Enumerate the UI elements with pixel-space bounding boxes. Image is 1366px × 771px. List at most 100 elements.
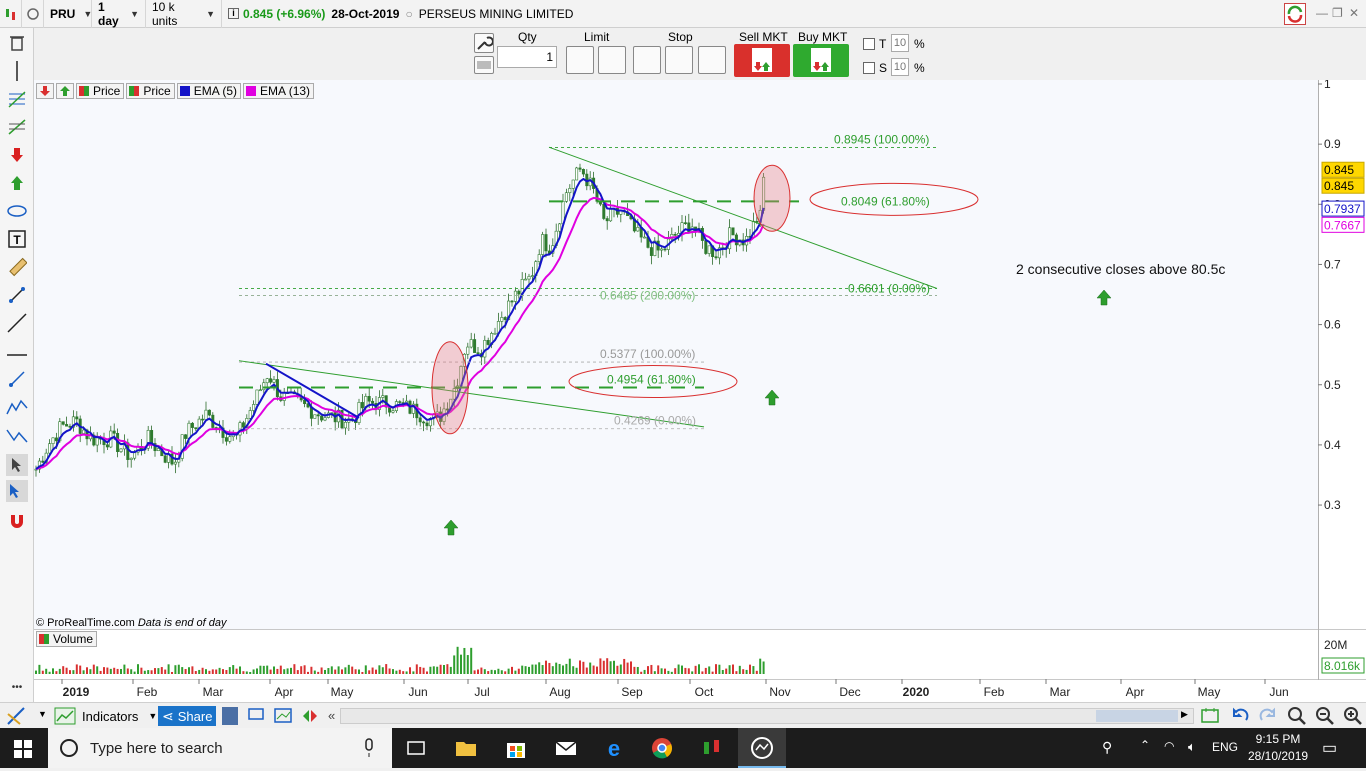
- chevron-up-icon[interactable]: ⌃: [1140, 738, 1150, 752]
- task-view-icon[interactable]: [404, 736, 428, 760]
- scroll-right-icon[interactable]: ▶: [1181, 709, 1188, 720]
- line-icon[interactable]: [6, 312, 28, 334]
- order-panel: Qty 1 Limit Stop Sell MKT Buy MKT T 10 %…: [470, 29, 930, 79]
- microphone-icon[interactable]: [362, 738, 376, 758]
- scale-tool-icon[interactable]: [300, 707, 320, 725]
- scrollbar-thumb[interactable]: [1096, 710, 1178, 722]
- store-icon[interactable]: [504, 736, 528, 760]
- stop-sell-button[interactable]: [665, 46, 693, 74]
- point-line-icon[interactable]: [6, 368, 28, 390]
- ticker-select[interactable]: PRU ▼: [44, 0, 92, 28]
- prorealtime-taskbar-icon[interactable]: [738, 728, 786, 768]
- zoom-fit-icon[interactable]: [1200, 706, 1222, 729]
- limit-sell-button[interactable]: [598, 46, 626, 74]
- stop-buy-button[interactable]: [633, 46, 661, 74]
- chart-area[interactable]: 0.8945 (100.00%) 0.8049 (61.80%) 0.6601 (0…: [34, 80, 1366, 706]
- legend-ema5[interactable]: EMA (5): [176, 83, 242, 99]
- volume-bar: [477, 669, 479, 674]
- volume-bar: [541, 665, 544, 674]
- legend-ema13[interactable]: EMA (13): [243, 83, 315, 99]
- volume-bar: [684, 667, 687, 674]
- magnet-cursor-icon[interactable]: [6, 480, 28, 502]
- trash-icon[interactable]: [6, 32, 28, 54]
- minimize-icon[interactable]: —: [1316, 6, 1328, 20]
- volume-bar: [524, 666, 527, 674]
- sell-arrow-legend[interactable]: [36, 83, 54, 99]
- stop-pct-input[interactable]: 10: [891, 58, 909, 76]
- price-chart[interactable]: 0.8945 (100.00%) 0.8049 (61.80%) 0.6601 (0…: [34, 80, 1366, 706]
- legend-price-1[interactable]: Price: [76, 83, 125, 99]
- windows-start-icon[interactable]: [14, 740, 32, 761]
- volume-bar: [456, 646, 459, 674]
- more-tools-icon[interactable]: •••: [6, 676, 28, 698]
- cursor-icon[interactable]: [6, 454, 28, 476]
- screenshot-icon[interactable]: [274, 707, 294, 725]
- legend-price-2[interactable]: Price: [126, 83, 175, 99]
- breakout-ellipse[interactable]: [431, 341, 469, 435]
- target-checkbox[interactable]: [863, 38, 875, 50]
- magnet-icon[interactable]: [6, 510, 28, 532]
- buy-arrow-legend[interactable]: [56, 83, 74, 99]
- wave-count-icon[interactable]: [6, 396, 28, 418]
- edge-icon[interactable]: e: [602, 736, 626, 761]
- link-icon[interactable]: [22, 0, 44, 28]
- stop-checkbox[interactable]: [863, 62, 875, 74]
- interval-select[interactable]: 1 day ▼: [92, 0, 146, 28]
- close-icon[interactable]: ✕: [1349, 6, 1359, 20]
- taskbar-clock[interactable]: 9:15 PM 28/10/2019: [1248, 731, 1308, 765]
- share-button[interactable]: ⋖ Share: [158, 706, 216, 726]
- zoom-area-icon[interactable]: [1286, 705, 1308, 730]
- fib-fan-icon[interactable]: [6, 116, 28, 138]
- taskbar-search[interactable]: Type here to search: [48, 728, 392, 768]
- text-tool-icon[interactable]: T: [6, 228, 28, 250]
- units-select[interactable]: 10 k units ▼: [146, 0, 222, 28]
- volume-bar: [194, 671, 197, 674]
- volume-legend[interactable]: Volume: [36, 631, 98, 647]
- info-icon[interactable]: i: [228, 8, 239, 19]
- wrench-icon[interactable]: [474, 33, 494, 53]
- volume-bar: [38, 664, 41, 674]
- volume-icon[interactable]: 🔈︎: [1188, 739, 1196, 755]
- arrow-up-icon[interactable]: [6, 172, 28, 194]
- target-pct-input[interactable]: 10: [891, 34, 909, 52]
- zoom-out-icon[interactable]: [1314, 705, 1336, 730]
- drawing-style-icon[interactable]: [6, 706, 26, 729]
- trading-app-icon[interactable]: [700, 736, 724, 760]
- chart-type-icon[interactable]: [0, 0, 22, 28]
- ruler-icon[interactable]: [6, 256, 28, 278]
- limit-buy-button[interactable]: [566, 46, 594, 74]
- file-explorer-icon[interactable]: [454, 736, 478, 760]
- zoom-in-icon[interactable]: [1342, 705, 1364, 730]
- fibonacci-icon[interactable]: [6, 88, 28, 110]
- undo-icon[interactable]: [1230, 706, 1250, 729]
- indicators-button[interactable]: Indicators ▼: [54, 706, 157, 726]
- breakout-ellipse[interactable]: [753, 164, 791, 232]
- horizontal-line-icon[interactable]: [6, 344, 28, 366]
- keyboard-icon[interactable]: [474, 56, 494, 74]
- layout-icon[interactable]: [222, 707, 238, 725]
- stop-limit-button[interactable]: [698, 46, 726, 74]
- sell-market-button[interactable]: [734, 44, 790, 77]
- people-icon[interactable]: ⚲: [1102, 739, 1112, 756]
- language-indicator[interactable]: ENG: [1212, 740, 1238, 754]
- chrome-icon[interactable]: [650, 736, 674, 760]
- restore-icon[interactable]: ❐: [1332, 6, 1343, 20]
- chevron-down-icon[interactable]: ▼: [38, 709, 47, 719]
- candle-body: [255, 389, 259, 405]
- vertical-line-icon[interactable]: [6, 60, 28, 82]
- candle-body: [558, 223, 562, 232]
- arrow-down-icon[interactable]: [6, 144, 28, 166]
- buy-market-button[interactable]: [793, 44, 849, 77]
- ellipse-icon[interactable]: [6, 200, 28, 222]
- scroll-left-icon[interactable]: «: [328, 708, 335, 723]
- volume-bar: [69, 670, 71, 674]
- chat-icon[interactable]: [248, 707, 268, 725]
- segment-icon[interactable]: [6, 284, 28, 306]
- mail-icon[interactable]: [554, 736, 578, 760]
- time-scrollbar[interactable]: ▶: [340, 708, 1194, 724]
- qty-input[interactable]: 1: [497, 46, 557, 68]
- redo-icon[interactable]: [1258, 706, 1278, 729]
- notifications-icon[interactable]: ▭: [1322, 738, 1337, 758]
- wifi-icon[interactable]: ◠: [1164, 739, 1174, 753]
- abc-wave-icon[interactable]: [6, 424, 28, 446]
